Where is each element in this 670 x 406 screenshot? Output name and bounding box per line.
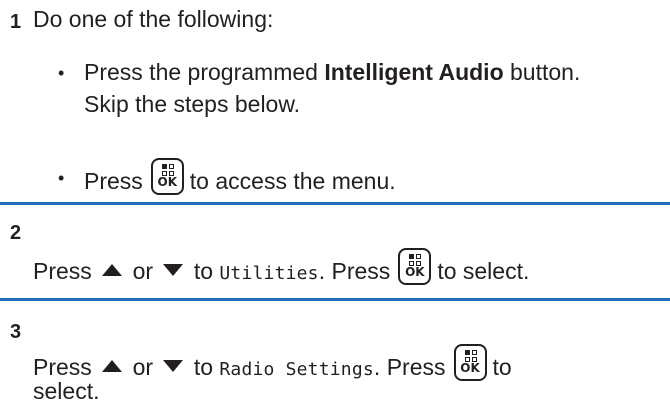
step-text: select. — [33, 378, 100, 404]
option-text-part: button. — [503, 59, 581, 85]
key-label: OK — [405, 265, 425, 279]
ok-menu-key-icon: OK — [453, 344, 487, 381]
step-text-part: to — [193, 354, 213, 380]
step-number: 3 — [10, 321, 22, 343]
step-text: Press or to Utilities. Press OK to select. — [33, 248, 529, 294]
section-divider — [0, 298, 670, 301]
button-name: Intelligent Audio — [324, 59, 504, 85]
menu-item: Utilities — [219, 263, 319, 284]
option-text: Skip the steps below. — [84, 91, 301, 117]
step-text-part: Press — [33, 354, 92, 380]
menu-item: Radio Settings — [219, 359, 374, 380]
ok-menu-key-icon: OK — [398, 248, 432, 285]
step-number: 1 — [10, 11, 22, 33]
section-divider — [0, 202, 670, 205]
step-text-part: or — [132, 258, 154, 284]
option-text: Press OK to access the menu. — [84, 158, 396, 201]
step-text-part: or — [132, 354, 154, 380]
down-arrow-icon — [163, 264, 184, 276]
option-text-part: Press the programmed — [84, 59, 325, 85]
step-text: Press or to Radio Settings. Press OK to — [33, 344, 512, 390]
option-text-part: Press — [84, 168, 143, 194]
key-label: OK — [460, 361, 480, 375]
step-text-part: . Press — [318, 258, 391, 284]
bullet: • — [58, 63, 65, 83]
up-arrow-icon — [102, 264, 123, 276]
down-arrow-icon — [163, 360, 184, 372]
key-label: OK — [157, 175, 178, 189]
step-text-part: to — [492, 354, 512, 380]
ok-menu-key-icon: OK — [150, 158, 184, 195]
option-text: Press the programmed Intelligent Audio b… — [84, 59, 580, 86]
step-text-part: to — [193, 258, 213, 284]
option-text-part: to access the menu. — [189, 168, 396, 194]
up-arrow-icon — [102, 360, 123, 372]
step-number: 2 — [10, 222, 22, 244]
step-text-part: to select. — [437, 258, 530, 284]
step-text: Do one of the following: — [33, 6, 274, 32]
step-text-part: Press — [33, 258, 92, 284]
bullet: • — [58, 168, 65, 188]
step-text-part: . Press — [373, 354, 446, 380]
